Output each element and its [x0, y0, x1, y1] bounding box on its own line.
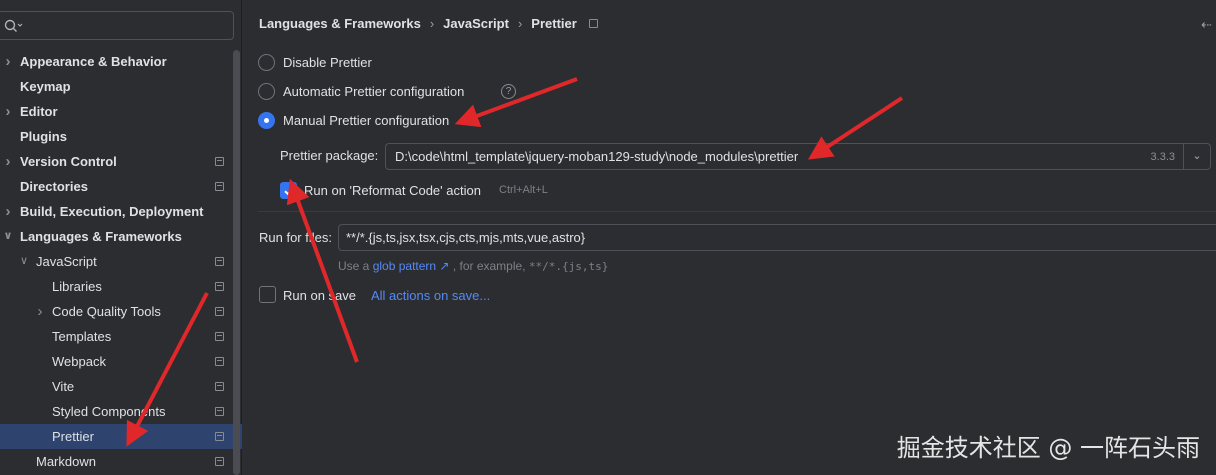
project-scope-icon: [215, 332, 224, 341]
sidebar-item-keymap[interactable]: Keymap: [0, 74, 242, 99]
prettier-package-label: Prettier package:: [280, 148, 379, 163]
sidebar-item-version-control[interactable]: › Version Control: [0, 149, 242, 174]
glob-hint: Use a glob pattern ↗ , for example, **/*…: [338, 259, 608, 273]
breadcrumb-item[interactable]: JavaScript: [443, 14, 509, 34]
sidebar-item-label: Version Control: [20, 154, 117, 169]
sidebar-item-label: JavaScript: [36, 254, 97, 269]
sidebar-item-code-quality-tools[interactable]: › Code Quality Tools: [0, 299, 242, 324]
project-scope-icon: [215, 257, 224, 266]
sidebar-item-label: Vite: [52, 379, 75, 394]
settings-sidebar: › Appearance & Behavior Keymap › Editor Plugi…: [0, 0, 242, 475]
project-scope-icon: [215, 157, 224, 166]
sidebar-item-label: Libraries: [52, 279, 102, 294]
disable-prettier-label: Disable Prettier: [283, 55, 372, 70]
sidebar-item-webpack[interactable]: Webpack: [0, 349, 242, 374]
project-scope-icon: [215, 282, 224, 291]
project-scope-icon: [215, 432, 224, 441]
section-divider: [258, 211, 1216, 212]
prettier-package-field[interactable]: D:\code\html_template\jquery-moban129-st…: [385, 143, 1211, 170]
manual-config-radio[interactable]: [258, 112, 275, 129]
hint-example: **/*.{js,ts}: [528, 260, 609, 273]
watermark: 掘金技术社区 @ 一阵石头雨: [896, 434, 1200, 462]
reformat-code-checkbox[interactable]: [280, 182, 297, 199]
breadcrumb-item: Prettier: [531, 16, 577, 31]
chevron-down-icon[interactable]: ∨: [2, 224, 14, 249]
sidebar-item-prettier[interactable]: Prettier: [0, 424, 242, 449]
sidebar-item-plugins[interactable]: Plugins: [0, 124, 242, 149]
project-scope-icon: [215, 457, 224, 466]
run-on-save-label[interactable]: Run on save: [283, 288, 356, 303]
prettier-package-value: D:\code\html_template\jquery-moban129-st…: [395, 149, 799, 164]
sidebar-item-label: Markdown: [36, 454, 96, 469]
sidebar-item-build-execution-deployment[interactable]: › Build, Execution, Deployment: [0, 199, 242, 224]
breadcrumb-item[interactable]: Languages & Frameworks: [259, 14, 421, 34]
checkmark-icon: [284, 187, 294, 196]
sidebar-item-label: Languages & Frameworks: [20, 229, 182, 244]
project-scope-icon: [588, 19, 598, 29]
glob-pattern-link[interactable]: glob pattern ↗: [373, 259, 450, 273]
sidebar-item-editor[interactable]: › Editor: [0, 99, 242, 124]
prettier-version: 3.3.3: [1150, 151, 1175, 163]
search-icon: [4, 19, 23, 32]
run-for-files-value: **/*.{js,ts,jsx,tsx,cjs,cts,mjs,mts,vue,…: [346, 230, 586, 245]
chevron-down-icon[interactable]: ⌄: [1183, 144, 1210, 169]
all-actions-on-save-link[interactable]: All actions on save...: [371, 288, 490, 303]
disable-prettier-radio[interactable]: [258, 54, 275, 71]
settings-search-input[interactable]: [0, 11, 234, 40]
reformat-shortcut: Ctrl+Alt+L: [499, 184, 548, 196]
automatic-config-label: Automatic Prettier configuration: [283, 84, 465, 99]
settings-tree: › Appearance & Behavior Keymap › Editor Plugi…: [0, 49, 242, 474]
sidebar-item-markdown[interactable]: Markdown: [0, 449, 242, 474]
sidebar-item-label: Templates: [52, 329, 112, 344]
sidebar-scrollbar[interactable]: [233, 50, 240, 475]
project-scope-icon: [215, 382, 224, 391]
sidebar-item-label: Webpack: [52, 354, 106, 369]
chevron-right-icon[interactable]: ›: [2, 199, 14, 224]
sidebar-item-languages-frameworks[interactable]: ∨ Languages & Frameworks: [0, 224, 242, 249]
sidebar-item-label: Code Quality Tools: [52, 304, 161, 319]
project-scope-icon: [215, 357, 224, 366]
chevron-right-icon[interactable]: ›: [2, 99, 14, 124]
chevron-down-icon[interactable]: ∨: [18, 249, 30, 274]
breadcrumb-separator: ›: [517, 16, 523, 31]
reformat-code-label[interactable]: Run on 'Reformat Code' action: [304, 183, 481, 198]
settings-content: Languages & Frameworks › JavaScript › Pretti…: [242, 0, 1216, 475]
sidebar-item-libraries[interactable]: Libraries: [0, 274, 242, 299]
automatic-config-radio[interactable]: [258, 83, 275, 100]
run-on-save-checkbox[interactable]: [259, 286, 276, 303]
breadcrumb: Languages & Frameworks › JavaScript › Pretti…: [259, 14, 598, 34]
sidebar-item-label: Appearance & Behavior: [20, 54, 167, 69]
sidebar-item-label: Directories: [20, 179, 88, 194]
sidebar-item-vite[interactable]: Vite: [0, 374, 242, 399]
sidebar-item-label: Keymap: [20, 79, 71, 94]
sidebar-item-templates[interactable]: Templates: [0, 324, 242, 349]
run-for-files-input[interactable]: **/*.{js,ts,jsx,tsx,cjs,cts,mjs,mts,vue,…: [338, 224, 1216, 251]
sidebar-item-label: Build, Execution, Deployment: [20, 204, 204, 219]
sidebar-item-label: Editor: [20, 104, 58, 119]
help-icon[interactable]: ?: [501, 84, 516, 99]
chevron-right-icon[interactable]: ›: [34, 299, 46, 324]
sidebar-item-appearance-behavior[interactable]: › Appearance & Behavior: [0, 49, 242, 74]
sidebar-item-directories[interactable]: Directories: [0, 174, 242, 199]
run-for-files-label: Run for files:: [259, 230, 332, 245]
manual-config-label: Manual Prettier configuration: [283, 113, 450, 128]
sidebar-item-javascript[interactable]: ∨ JavaScript: [0, 249, 242, 274]
sidebar-item-label: Styled Components: [52, 404, 166, 419]
project-scope-icon: [215, 182, 224, 191]
sidebar-item-label: Prettier: [52, 429, 94, 444]
chevron-right-icon[interactable]: ›: [2, 149, 14, 174]
project-scope-icon: [215, 307, 224, 316]
hint-prefix: Use a: [338, 259, 370, 273]
sidebar-item-label: Plugins: [20, 129, 67, 144]
sidebar-item-styled-components[interactable]: Styled Components: [0, 399, 242, 424]
breadcrumb-separator: ›: [429, 16, 435, 31]
back-arrow-icon[interactable]: ⇠: [1201, 17, 1212, 33]
chevron-right-icon[interactable]: ›: [2, 49, 14, 74]
automatic-config-option[interactable]: Automatic Prettier configuration ?: [258, 82, 528, 102]
project-scope-icon: [215, 407, 224, 416]
hint-middle: , for example,: [452, 259, 526, 273]
